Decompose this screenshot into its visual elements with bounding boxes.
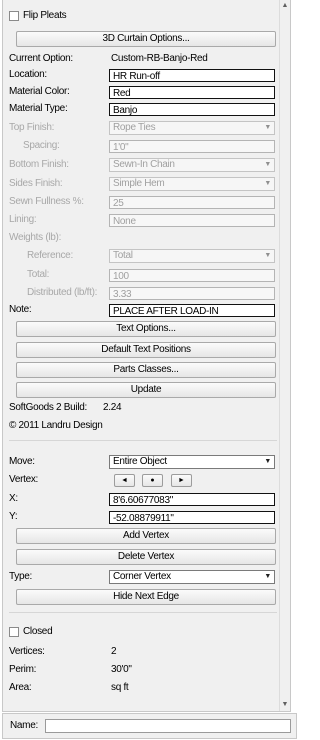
bottom-finish-select[interactable]: Sewn-In Chain ▼	[109, 158, 275, 172]
spacing-field[interactable]: 1'0"	[109, 140, 275, 153]
move-value: Entire Object	[113, 456, 167, 467]
dot-icon: ●	[150, 477, 155, 484]
top-finish-value: Rope Ties	[113, 122, 156, 133]
sides-finish-select[interactable]: Simple Hem ▼	[109, 177, 275, 191]
closed-label: Closed	[23, 626, 53, 637]
divider	[9, 440, 277, 441]
sewn-fullness-label: Sewn Fullness %:	[9, 196, 84, 207]
x-label: X:	[9, 493, 18, 504]
material-type-label: Material Type:	[9, 103, 68, 114]
name-label: Name:	[10, 720, 38, 731]
object-info-panel: Flip Pleats 3D Curtain Options... Curren…	[2, 0, 291, 712]
dropdown-arrow-icon: ▼	[264, 573, 271, 580]
build-label: SoftGoods 2 Build:	[9, 402, 87, 413]
reference-label: Reference:	[27, 250, 73, 261]
vertex-type-select[interactable]: Corner Vertex ▼	[109, 570, 275, 584]
lining-field[interactable]: None	[109, 214, 275, 227]
move-label: Move:	[9, 456, 35, 467]
update-button[interactable]: Update	[16, 382, 276, 398]
name-bar: Name:	[2, 713, 297, 739]
copyright-text: © 2011 Landru Design	[9, 420, 103, 431]
delete-vertex-button[interactable]: Delete Vertex	[16, 549, 276, 565]
vertical-scrollbar[interactable]: ▲ ▼	[279, 0, 290, 711]
scroll-up-icon[interactable]: ▲	[281, 2, 289, 10]
perim-value: 30'0"	[111, 664, 132, 675]
weights-label: Weights (lb):	[9, 232, 62, 243]
sides-finish-label: Sides Finish:	[9, 178, 63, 189]
area-value: sq ft	[111, 682, 129, 693]
location-field[interactable]: HR Run-off	[109, 69, 275, 82]
flip-pleats-checkbox[interactable]	[9, 11, 19, 21]
sewn-fullness-field[interactable]: 25	[109, 196, 275, 209]
total-field[interactable]: 100	[109, 269, 275, 282]
divider	[9, 612, 277, 613]
previous-vertex-button[interactable]: ◄	[114, 474, 135, 487]
material-color-field[interactable]: Red	[109, 86, 275, 99]
lining-label: Lining:	[9, 214, 37, 225]
dropdown-arrow-icon: ▼	[264, 161, 271, 168]
dropdown-arrow-icon: ▼	[264, 124, 271, 131]
default-text-positions-button[interactable]: Default Text Positions	[16, 342, 276, 358]
current-option-value: Custom-RB-Banjo-Red	[111, 53, 208, 64]
material-color-label: Material Color:	[9, 86, 70, 97]
vertices-label: Vertices:	[9, 646, 45, 657]
perim-label: Perim:	[9, 664, 37, 675]
top-finish-label: Top Finish:	[9, 122, 55, 133]
closed-checkbox[interactable]	[9, 627, 19, 637]
scroll-down-icon[interactable]: ▼	[281, 701, 289, 709]
move-select[interactable]: Entire Object ▼	[109, 455, 275, 469]
current-vertex-button[interactable]: ●	[142, 474, 163, 487]
note-field[interactable]: PLACE AFTER LOAD-IN	[109, 304, 275, 317]
build-value: 2.24	[103, 402, 122, 413]
bottom-finish-value: Sewn-In Chain	[113, 159, 175, 170]
distributed-label: Distributed (lb/ft):	[27, 287, 98, 298]
dropdown-arrow-icon: ▼	[264, 458, 271, 465]
distributed-field[interactable]: 3.33	[109, 287, 275, 300]
vertices-value: 2	[111, 646, 117, 657]
add-vertex-button[interactable]: Add Vertex	[16, 528, 276, 544]
reference-value: Total	[113, 250, 133, 261]
note-label: Note:	[9, 304, 32, 315]
bottom-finish-label: Bottom Finish:	[9, 159, 69, 170]
material-type-field[interactable]: Banjo	[109, 103, 275, 116]
left-arrow-icon: ◄	[121, 477, 128, 484]
name-input[interactable]	[45, 719, 291, 733]
vertex-label: Vertex:	[9, 474, 39, 485]
dropdown-arrow-icon: ▼	[264, 180, 271, 187]
spacing-label: Spacing:	[23, 140, 60, 151]
area-label: Area:	[9, 682, 32, 693]
reference-select[interactable]: Total ▼	[109, 249, 275, 263]
x-field[interactable]: 8'6.60677083"	[109, 493, 275, 506]
current-option-label: Current Option:	[9, 53, 73, 64]
sides-finish-value: Simple Hem	[113, 178, 165, 189]
parts-classes-button[interactable]: Parts Classes...	[16, 362, 276, 378]
right-arrow-icon: ►	[178, 477, 185, 484]
y-field[interactable]: -52.08879911"	[109, 511, 275, 524]
curtain-options-button[interactable]: 3D Curtain Options...	[16, 31, 276, 47]
flip-pleats-label: Flip Pleats	[23, 10, 67, 21]
vertex-type-value: Corner Vertex	[113, 571, 171, 582]
y-label: Y:	[9, 511, 18, 522]
text-options-button[interactable]: Text Options...	[16, 321, 276, 337]
total-label: Total:	[27, 269, 50, 280]
location-label: Location:	[9, 69, 47, 80]
hide-next-edge-button[interactable]: Hide Next Edge	[16, 589, 276, 605]
next-vertex-button[interactable]: ►	[171, 474, 192, 487]
type-label: Type:	[9, 571, 32, 582]
dropdown-arrow-icon: ▼	[264, 252, 271, 259]
top-finish-select[interactable]: Rope Ties ▼	[109, 121, 275, 135]
